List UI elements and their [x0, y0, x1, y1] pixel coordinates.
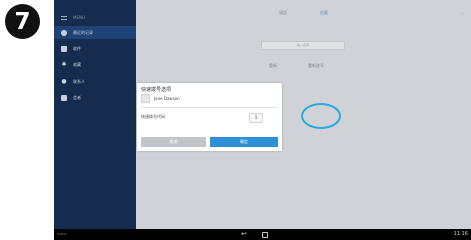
sidebar-item-recent[interactable]: 最近的记录: [54, 26, 136, 39]
speed-dial-code-value: 1: [254, 115, 258, 120]
sidebar-item-favorites[interactable]: 收件: [54, 42, 136, 55]
tab-more[interactable]: ...: [461, 10, 465, 15]
recent-icon: [61, 29, 67, 36]
sidebar-item-contacts[interactable]: ● 联系人: [54, 75, 136, 88]
contact-name: Jane Dawson: [154, 95, 180, 101]
back-icon[interactable]: ↩: [241, 230, 247, 239]
speed-dial-code-field[interactable]: 1: [249, 113, 263, 123]
search-input[interactable]: 输入名称: [261, 41, 345, 50]
redial-label[interactable]: 重新: [269, 63, 277, 69]
speed-dial-code-label: 快速拨号代码: [141, 114, 165, 119]
sidebar-item-label: 会者: [73, 94, 81, 100]
sidebar-item-label: MENU: [73, 15, 85, 20]
sidebar-item-star[interactable]: ✱ 收藏: [54, 58, 136, 71]
home-icon[interactable]: [262, 232, 268, 238]
tab-favorites[interactable]: 收藏: [320, 10, 328, 16]
meeting-icon: [61, 94, 67, 101]
redial-number-label[interactable]: 重新拨号: [308, 63, 324, 69]
person-icon: ●: [61, 77, 67, 85]
speed-dial-dialog: 快速拨号选项 Jane Dawson 快速拨号代码 1 取消 确定: [137, 83, 282, 151]
status-time: 11:16: [453, 231, 468, 237]
step-number-badge: 7: [5, 4, 40, 39]
sidebar-item-meeting[interactable]: 会者: [54, 91, 136, 104]
confirm-button[interactable]: 确定: [210, 137, 278, 147]
search-placeholder: 输入名称: [296, 43, 309, 47]
avatar: [141, 93, 150, 103]
sidebar-item-label: 联系人: [73, 78, 85, 84]
sidebar: MENU 最近的记录 收件 ✱ 收藏 ● 联系人 会者: [54, 0, 136, 229]
star-icon: ✱: [61, 60, 67, 68]
dialog-contact: Jane Dawson: [141, 93, 180, 103]
menu-icon: [61, 15, 67, 20]
dialog-title: 快速拨号选项: [141, 87, 172, 93]
favorites-icon: [61, 45, 67, 52]
highlight-circle: [301, 103, 341, 129]
dialog-divider: [141, 107, 278, 108]
sidebar-item-menu[interactable]: MENU: [54, 11, 136, 24]
cancel-button[interactable]: 取消: [141, 137, 206, 147]
status-brand: CISCO: [57, 232, 67, 236]
sidebar-item-label: 收藏: [73, 61, 81, 67]
sidebar-item-label: 收件: [73, 45, 81, 51]
system-status-bar: CISCO ↩ 11:16: [54, 229, 471, 240]
tab-keypad[interactable]: 键盘: [279, 10, 287, 16]
sidebar-item-label: 最近的记录: [73, 29, 93, 35]
